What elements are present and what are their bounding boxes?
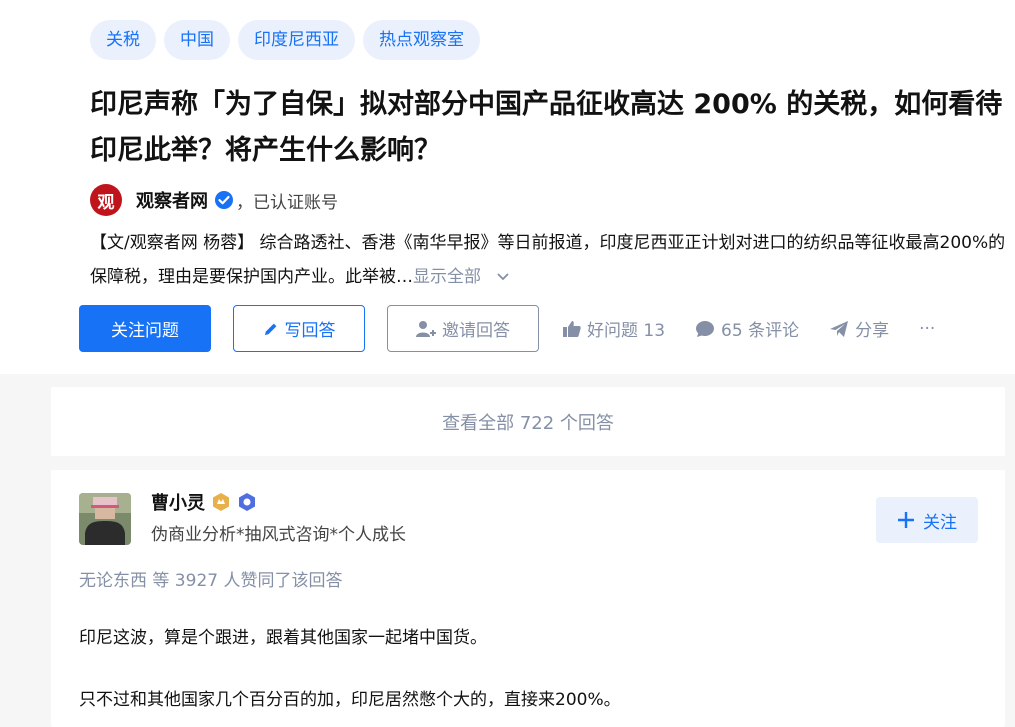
view-all-answers-button[interactable]: 查看全部 722 个回答 <box>51 387 1005 456</box>
chevron-down-icon <box>497 273 510 281</box>
question-header: 关税 中国 印度尼西亚 热点观察室 印尼声称「为了自保」拟对部分中国产品征收高达… <box>0 0 1015 374</box>
topic-tag[interactable]: 关税 <box>90 20 156 60</box>
excerpt-text: 【文/观察者网 杨蓉】 综合路透社、香港《南华早报》等日前报道，印度尼西亚正计划… <box>90 233 1006 287</box>
show-all-label: 显示全部 <box>413 267 481 287</box>
more-button[interactable]: ··· <box>919 319 935 339</box>
topic-tag[interactable]: 中国 <box>164 20 230 60</box>
topic-tags: 关税 中国 印度尼西亚 热点观察室 <box>90 20 480 60</box>
user-avatar-image <box>79 493 131 545</box>
question-actions: 关注问题 写回答 邀请回答 好问题 13 65 条评论 分享 ··· <box>79 305 935 352</box>
author-name[interactable]: 观察者网 <box>136 187 208 213</box>
voters-info: 无论东西 等 3927 人赞同了该回答 <box>79 571 343 591</box>
verified-account-label: ，已认证账号 <box>236 192 338 213</box>
comments-button[interactable]: 65 条评论 <box>695 316 799 341</box>
show-all-link[interactable]: 显示全部 <box>413 267 510 287</box>
answer-author: 曹小灵 <box>151 489 257 515</box>
author-logo[interactable]: 观 <box>90 184 122 216</box>
comment-icon <box>696 320 715 337</box>
topic-tag[interactable]: 印度尼西亚 <box>238 20 355 60</box>
answer-author-bio: 伪商业分析*抽风式咨询*个人成长 <box>151 525 406 545</box>
answer-paragraph: 印尼这波，算是个跟进，跟着其他国家一起堵中国货。 <box>79 628 487 648</box>
share-label: 分享 <box>855 321 890 341</box>
invite-answer-button[interactable]: 邀请回答 <box>387 305 539 352</box>
thumbs-up-icon <box>563 320 581 337</box>
question-excerpt: 【文/观察者网 杨蓉】 综合路透社、香港《南华早报》等日前报道，印度尼西亚正计划… <box>90 226 1015 294</box>
pencil-icon <box>264 323 276 335</box>
answer-author-name[interactable]: 曹小灵 <box>151 489 205 515</box>
answer-paragraph: 只不过和其他国家几个百分百的加，印尼居然憋个大的，直接来200%。 <box>79 690 621 710</box>
good-question-button[interactable]: 好问题 13 <box>563 316 665 341</box>
invite-user-icon <box>416 320 436 337</box>
plus-icon <box>898 512 914 528</box>
avatar[interactable] <box>79 493 131 545</box>
answer-card: 曹小灵 伪商业分析*抽风式咨询*个人成长 关注 无论东西 等 3927 人赞同了… <box>51 470 1005 727</box>
write-answer-label: 写回答 <box>284 321 336 341</box>
badge-icon <box>213 493 229 511</box>
comments-label: 65 条评论 <box>721 321 800 341</box>
share-button[interactable]: 分享 <box>829 316 889 341</box>
topic-tag[interactable]: 热点观察室 <box>363 20 480 60</box>
question-author: 观 观察者网 ，已认证账号 <box>90 183 338 217</box>
member-badge-icon <box>239 493 255 511</box>
follow-question-button[interactable]: 关注问题 <box>79 305 211 352</box>
verified-icon <box>215 191 233 209</box>
good-question-label: 好问题 13 <box>587 321 666 341</box>
invite-answer-label: 邀请回答 <box>442 321 510 341</box>
follow-author-label: 关注 <box>923 512 957 533</box>
question-title: 印尼声称「为了自保」拟对部分中国产品征收高达 200% 的关税，如何看待印尼此举… <box>90 89 1003 166</box>
follow-author-button[interactable]: 关注 <box>876 497 978 543</box>
write-answer-button[interactable]: 写回答 <box>233 305 365 352</box>
share-icon <box>830 320 849 337</box>
